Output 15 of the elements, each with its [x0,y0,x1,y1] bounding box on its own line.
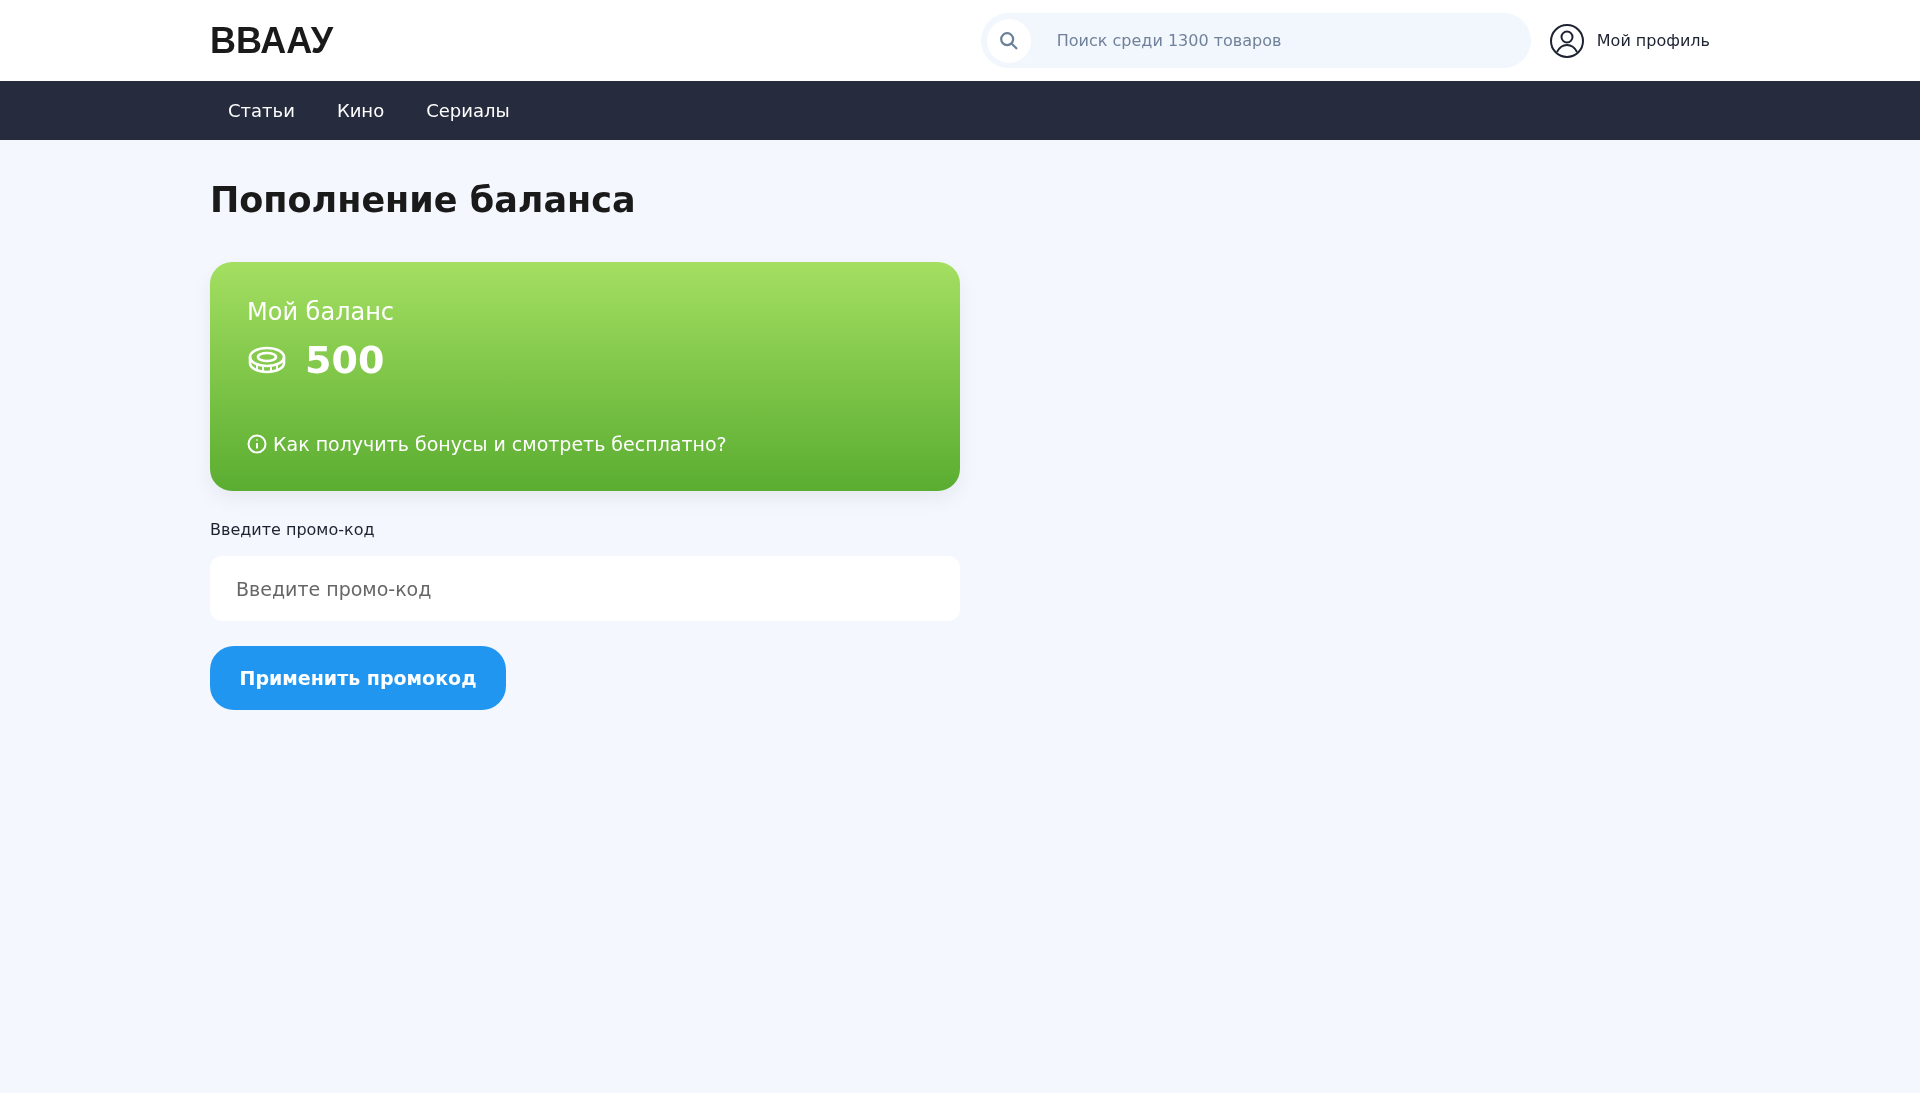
nav-link[interactable]: Сериалы [426,100,510,121]
search-field[interactable]: Поиск среди 1300 товаров [980,13,1531,68]
nav-link[interactable]: Кино [336,100,385,121]
page-title: Пополнение баланса [210,179,637,222]
search-icon [997,30,1020,52]
balance-amount: 500 [305,338,385,382]
promo-label: Введите промо-код [210,520,376,539]
profile-link[interactable]: Мой профиль [1548,22,1710,59]
promo-input[interactable]: Введите промо-код [210,556,960,621]
info-icon [247,434,267,454]
nav-link[interactable]: Статьи [228,100,295,121]
balance-title: Мой баланс [247,298,396,326]
user-icon [1548,22,1585,59]
coin-icon [247,345,287,375]
site-logo[interactable]: ВВААУ [210,19,334,62]
